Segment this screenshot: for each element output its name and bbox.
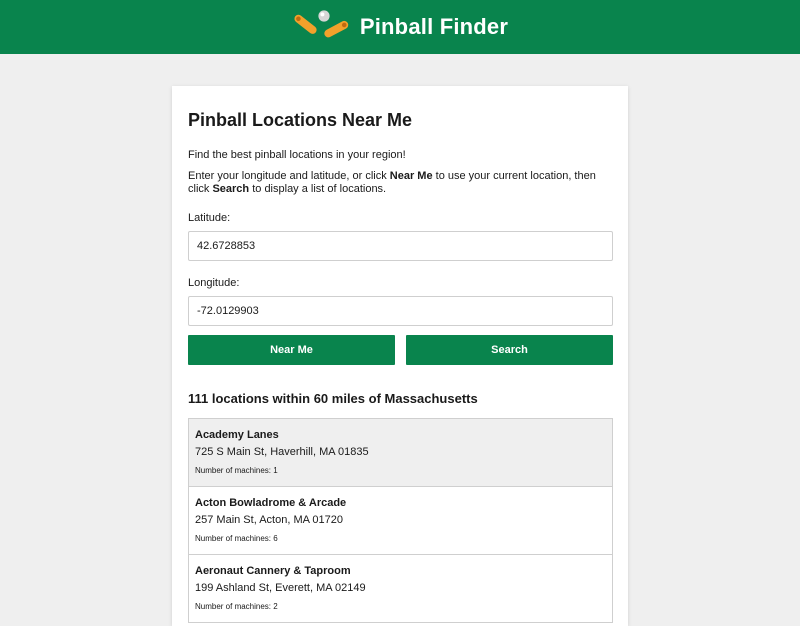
latitude-label: Latitude: — [188, 212, 231, 224]
app-title: Pinball Finder — [359, 14, 509, 39]
results-heading: 111 locations within 60 miles of Massach… — [188, 391, 478, 406]
machine-count: Number of machines: 1 — [195, 466, 278, 475]
machine-count: Number of machines: 6 — [195, 534, 278, 543]
page-title: Pinball Locations Near Me — [188, 110, 413, 130]
instructions-text: Enter your longitude and latitude, or cl… — [188, 170, 612, 196]
longitude-input[interactable] — [188, 296, 613, 326]
location-address: 199 Ashland St, Everett, MA 02149 — [195, 582, 366, 594]
instructions-search: Search — [212, 183, 250, 195]
search-button[interactable]: Search — [406, 335, 613, 365]
location-name: Aeronaut Cannery & Taproom — [195, 565, 351, 577]
instructions-part1: Enter your longitude and latitude, or cl… — [188, 170, 390, 182]
list-item[interactable]: Academy Lanes 725 S Main St, Haverhill, … — [189, 419, 612, 487]
location-address: 725 S Main St, Haverhill, MA 01835 — [195, 446, 369, 458]
action-buttons: Near Me Search — [188, 335, 613, 365]
location-name: Acton Bowladrome & Arcade — [195, 497, 347, 509]
locations-list: Academy Lanes 725 S Main St, Haverhill, … — [188, 418, 613, 623]
instructions-near-me: Near Me — [389, 170, 433, 182]
location-address: 257 Main St, Acton, MA 01720 — [195, 514, 343, 526]
machine-count: Number of machines: 2 — [195, 602, 278, 611]
near-me-button[interactable]: Near Me — [188, 335, 395, 365]
main-card: Pinball Locations Near Me Find the best … — [172, 86, 628, 626]
intro-text: Find the best pinball locations in your … — [188, 149, 406, 161]
pinball-flippers-logo-icon — [294, 10, 349, 38]
location-name: Academy Lanes — [195, 429, 279, 441]
longitude-label: Longitude: — [188, 277, 240, 289]
app-header: Pinball Finder — [0, 0, 800, 54]
latitude-input[interactable] — [188, 231, 613, 261]
list-item[interactable]: Aeronaut Cannery & Taproom 199 Ashland S… — [189, 555, 612, 623]
list-item[interactable]: Acton Bowladrome & Arcade 257 Main St, A… — [189, 487, 612, 555]
instructions-part3: to display a list of locations. — [249, 183, 387, 195]
